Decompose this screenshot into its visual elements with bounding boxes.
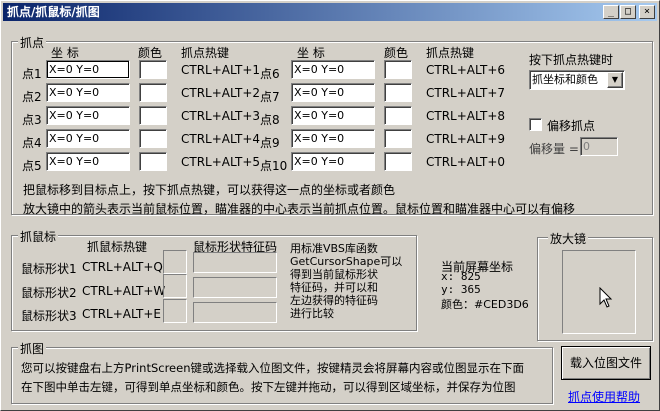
- mouse-description-line: 进行比较: [290, 307, 334, 320]
- point-label: 点5: [22, 159, 42, 173]
- point-hotkey: CTRL+ALT+9: [426, 132, 506, 146]
- point-10-coord-field[interactable]: X=0 Y=0: [291, 152, 375, 171]
- mouse-shape-3-preview: [163, 299, 187, 323]
- on-hotkey-select[interactable]: 抓坐标和颜色 ▼: [529, 70, 625, 90]
- point-1-color-box: [139, 60, 167, 79]
- points-hint-2: 放大镜中的箭头表示当前鼠标位置，瞄准器的中心表示当前抓点位置。鼠标位置和瞄准器中…: [23, 202, 576, 216]
- point-label: 点4: [22, 136, 42, 150]
- point-label: 点2: [22, 90, 42, 104]
- point-hotkey: CTRL+ALT+1: [181, 63, 261, 77]
- window-title: 抓点/抓鼠标/抓图: [7, 5, 100, 19]
- mouse-shape-hotkey: CTRL+ALT+W: [82, 284, 166, 298]
- hotkey-header-right: 抓点热键: [426, 46, 475, 60]
- mouse-shape-1-code: [193, 252, 277, 273]
- mouse-description: 用标准VBS库函数 GetCursorShape可以 得到当前鼠标形状 特征码，…: [290, 242, 410, 320]
- screen-coord-y: y: 365: [441, 283, 481, 296]
- hotkey-header-left: 抓点热键: [181, 46, 230, 60]
- on-hotkey-label: 按下抓点热键时: [529, 53, 614, 67]
- point-8-color-box: [384, 106, 412, 125]
- point-5-coord-field[interactable]: X=0 Y=0: [46, 152, 130, 171]
- close-button[interactable]: ×: [639, 5, 655, 19]
- point-hotkey: CTRL+ALT+8: [426, 109, 506, 123]
- point-label: 点10: [260, 159, 288, 173]
- coord-header-left: 坐 标: [51, 46, 79, 60]
- point-3-coord-field[interactable]: X=0 Y=0: [46, 106, 130, 125]
- on-hotkey-select-value: 抓坐标和颜色: [532, 73, 598, 86]
- mouse-shape-2-preview: [163, 274, 187, 298]
- point-hotkey: CTRL+ALT+3: [181, 109, 261, 123]
- point-4-color-box: [139, 129, 167, 148]
- points-hint-1: 把鼠标移到目标点上，按下抓点热键，可以获得这一点的坐标或者颜色: [23, 183, 396, 197]
- magnifier-legend: 放大镜: [548, 230, 589, 247]
- color-header-left: 颜色: [138, 46, 163, 60]
- point-label: 点3: [22, 113, 42, 127]
- help-link[interactable]: 抓点使用帮助: [568, 388, 640, 405]
- capture-hint-2: 在下图中单击左键，可得到单点坐标和颜色。按下左键并拖动，可以得到区域坐标，并保存…: [21, 380, 516, 394]
- point-label: 点7: [260, 90, 280, 104]
- mouse-shape-label: 鼠标形状2: [21, 286, 77, 300]
- points-legend: 抓点: [18, 34, 47, 51]
- mouse-hotkey-header: 抓鼠标热键: [87, 240, 148, 254]
- title-bar[interactable]: 抓点/抓鼠标/抓图 _ □ ×: [3, 3, 657, 21]
- mouse-legend: 抓鼠标: [18, 228, 59, 245]
- mouse-shape-1-preview: [163, 250, 187, 274]
- coord-header-right: 坐 标: [297, 46, 325, 60]
- point-label: 点9: [260, 136, 280, 150]
- point-2-coord-field[interactable]: X=0 Y=0: [46, 83, 130, 102]
- point-6-coord-field[interactable]: X=0 Y=0: [291, 60, 375, 79]
- point-8-coord-field[interactable]: X=0 Y=0: [291, 106, 375, 125]
- point-3-color-box: [139, 106, 167, 125]
- mouse-description-line: 得到当前鼠标形状: [290, 268, 378, 281]
- point-9-color-box: [384, 129, 412, 148]
- point-6-color-box: [384, 60, 412, 79]
- capture-legend: 抓图: [18, 340, 47, 357]
- offset-checkbox[interactable]: [529, 118, 542, 131]
- offset-checkbox-label: 偏移抓点: [547, 119, 596, 133]
- point-hotkey: CTRL+ALT+2: [181, 86, 261, 100]
- screen-color: 颜色：#CED3D6: [441, 298, 529, 311]
- cursor-arrow-icon: [599, 287, 613, 308]
- mouse-description-line: 左边获得的特征码: [290, 294, 378, 307]
- point-hotkey: CTRL+ALT+5: [181, 155, 261, 169]
- minimize-button[interactable]: _: [603, 5, 619, 19]
- mouse-shape-hotkey: CTRL+ALT+Q: [82, 260, 163, 274]
- mouse-shape-3-code: [193, 302, 277, 323]
- magnifier-view: [562, 250, 636, 334]
- mouse-shape-2-code: [193, 277, 277, 298]
- color-header-right: 颜色: [384, 46, 409, 60]
- point-label: 点8: [260, 113, 280, 127]
- point-hotkey: CTRL+ALT+4: [181, 132, 261, 146]
- point-4-coord-field[interactable]: X=0 Y=0: [46, 129, 130, 148]
- maximize-button[interactable]: □: [620, 5, 636, 19]
- point-2-color-box: [139, 83, 167, 102]
- point-hotkey: CTRL+ALT+0: [426, 155, 506, 169]
- point-9-coord-field[interactable]: X=0 Y=0: [291, 129, 375, 148]
- mouse-description-line: 用标准VBS库函数: [290, 242, 378, 255]
- offset-label: 偏移量 =: [529, 142, 579, 156]
- load-bitmap-button[interactable]: 载入位图文件: [561, 346, 651, 380]
- mouse-description-line: 特征码，并可以和: [290, 281, 378, 294]
- point-hotkey: CTRL+ALT+6: [426, 63, 506, 77]
- capture-hint-1: 您可以按键盘右上方PrintScreen键或选择载入位图文件，按键精灵会将屏幕内…: [21, 361, 524, 375]
- point-5-color-box: [139, 152, 167, 171]
- point-10-color-box: [384, 152, 412, 171]
- mouse-shape-label: 鼠标形状3: [21, 309, 77, 323]
- offset-input[interactable]: 0: [580, 137, 618, 156]
- point-7-color-box: [384, 83, 412, 102]
- point-7-coord-field[interactable]: X=0 Y=0: [291, 83, 375, 102]
- mouse-shape-hotkey: CTRL+ALT+E: [82, 307, 161, 321]
- screen-coord-x: x: 825: [441, 270, 481, 283]
- point-hotkey: CTRL+ALT+7: [426, 86, 506, 100]
- chevron-down-icon[interactable]: ▼: [607, 72, 623, 88]
- mouse-shape-label: 鼠标形状1: [21, 262, 77, 276]
- point-label: 点6: [260, 67, 280, 81]
- main-window: 抓点/抓鼠标/抓图 _ □ × 抓点 坐 标 颜色 抓点热键 坐 标 颜色 抓点…: [0, 0, 660, 411]
- point-1-coord-field[interactable]: X=0 Y=0: [46, 60, 130, 79]
- mouse-description-line: GetCursorShape可以: [290, 255, 403, 268]
- point-label: 点1: [22, 67, 42, 81]
